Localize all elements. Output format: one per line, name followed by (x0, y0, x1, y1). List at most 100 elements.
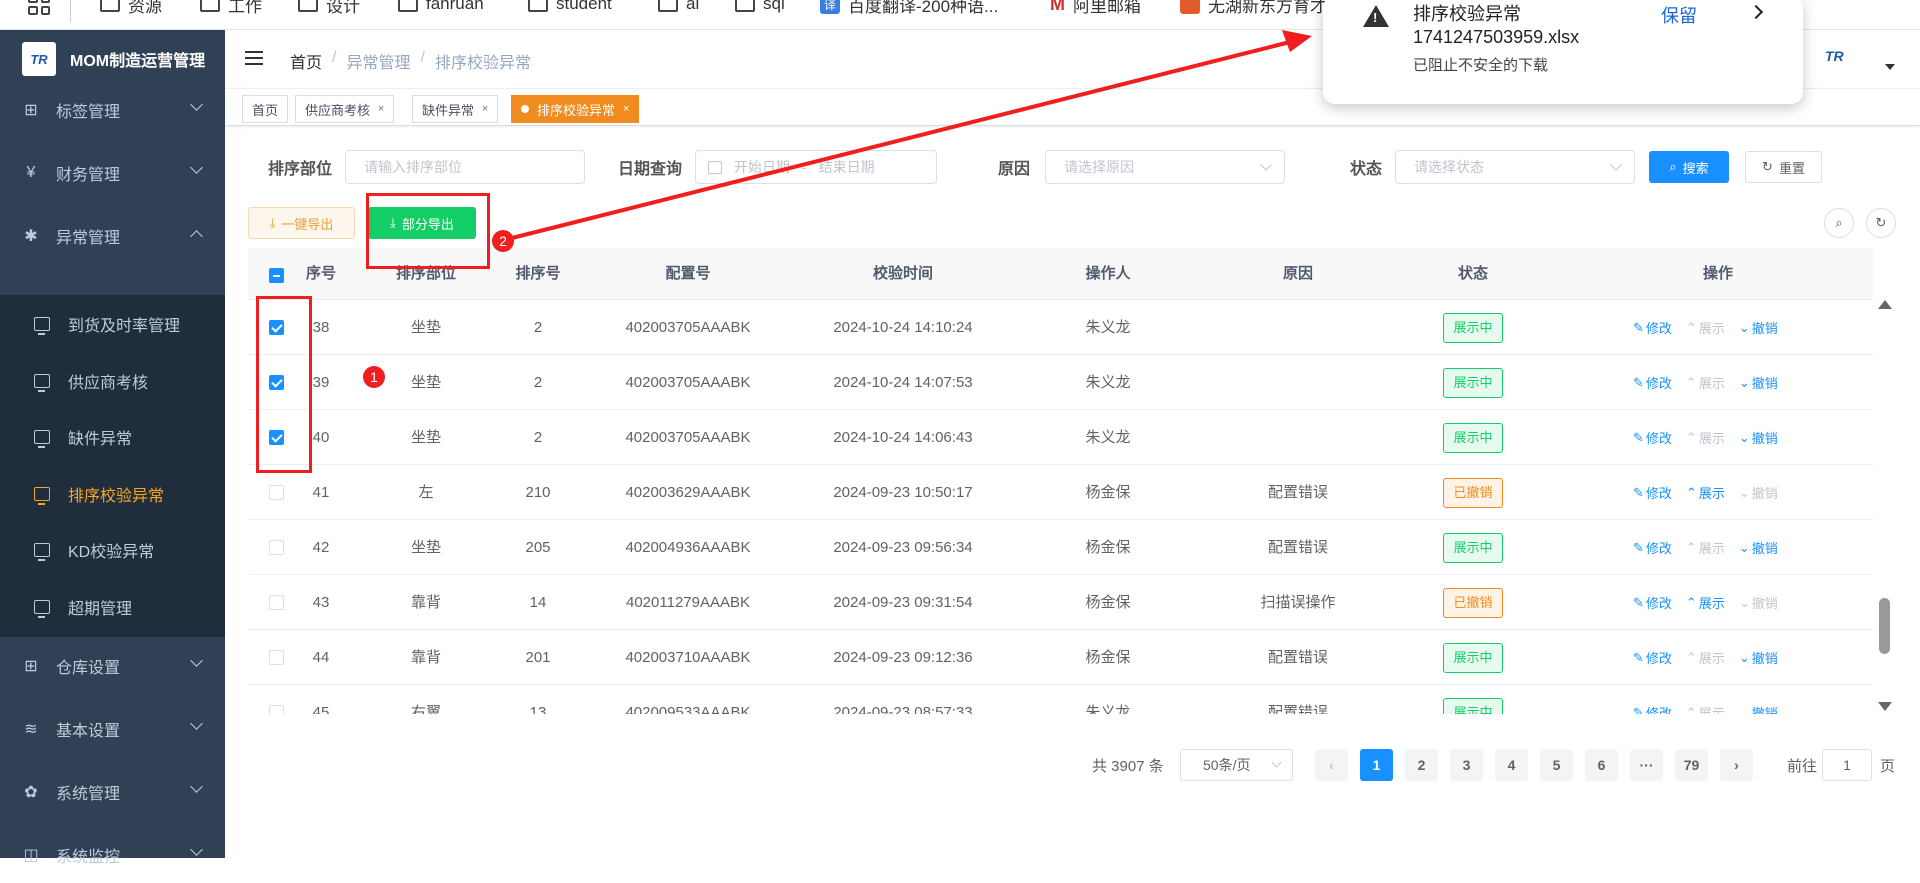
page-button[interactable]: 79 (1675, 749, 1708, 781)
sidebar-item-missing-parts[interactable]: 缺件异常 (0, 409, 225, 465)
edit-button[interactable]: ✎ 修改 (1633, 593, 1672, 612)
table-scrollbar[interactable] (1878, 300, 1892, 714)
apps-grid-icon[interactable] (28, 0, 50, 16)
edit-button[interactable]: ✎ 修改 (1633, 483, 1672, 502)
tab-supplier-review[interactable]: 供应商考核 × (295, 95, 395, 123)
caret-down-icon[interactable] (1885, 64, 1895, 70)
show-button[interactable]: ⌃ 展示 (1686, 538, 1725, 557)
show-button[interactable]: ⌃ 展示 (1686, 318, 1725, 337)
revoke-button[interactable]: ⌄ 撤销 (1739, 428, 1778, 447)
more-pages-button[interactable]: ··· (1630, 749, 1663, 781)
export-all-button[interactable]: ⤓ 一键导出 (248, 207, 355, 239)
revoke-button[interactable]: ⌄ 撤销 (1739, 593, 1778, 612)
next-page-button[interactable]: › (1720, 749, 1753, 781)
select-all-checkbox[interactable] (269, 268, 284, 283)
page-button[interactable]: 2 (1405, 749, 1438, 781)
page-button[interactable]: 4 (1495, 749, 1528, 781)
scroll-up-arrow-icon[interactable] (1878, 300, 1892, 309)
prev-page-button[interactable]: ‹ (1315, 749, 1348, 781)
reset-button[interactable]: ↻ 重置 (1745, 151, 1822, 183)
bookmark-folder[interactable]: 设计 (298, 0, 360, 16)
revoke-button[interactable]: ⌄ 撤销 (1739, 703, 1778, 715)
edit-button[interactable]: ✎ 修改 (1633, 318, 1672, 337)
scrollbar-thumb[interactable] (1879, 598, 1890, 654)
sidebar-item-supplier-review[interactable]: 供应商考核 (0, 353, 225, 409)
row-checkbox[interactable] (269, 375, 284, 390)
edit-button[interactable]: ✎ 修改 (1633, 428, 1672, 447)
page-button[interactable]: 6 (1585, 749, 1618, 781)
page-button[interactable]: 1 (1360, 749, 1393, 781)
bookmark-folder[interactable]: sql (735, 0, 785, 16)
sidebar-item-system-management[interactable]: ✿ 系统管理 (0, 764, 225, 820)
part-input[interactable]: 请输入排序部位 (345, 150, 585, 184)
sidebar-item-exceptions[interactable]: ✱ 异常管理 (0, 208, 225, 264)
user-avatar[interactable]: TR (1825, 48, 1865, 72)
bookmark-folder[interactable]: student (528, 0, 612, 16)
sidebar-item-finance[interactable]: ¥ 财务管理 (0, 145, 225, 201)
sidebar-item-overdue[interactable]: 超期管理 (0, 579, 225, 635)
status-select[interactable]: 请选择状态 (1395, 150, 1635, 184)
edit-button[interactable]: ✎ 修改 (1633, 373, 1672, 392)
sidebar-item-warehouse[interactable]: ⊞ 仓库设置 (0, 638, 225, 694)
sidebar-item-label-management[interactable]: ⊞ 标签管理 (0, 82, 225, 138)
show-button[interactable]: ⌃ 展示 (1686, 703, 1725, 715)
reason-select[interactable]: 请选择原因 (1045, 150, 1285, 184)
export-part-button[interactable]: ⤓ 部分导出 (368, 207, 476, 239)
user-menu[interactable]: TR (1825, 48, 1895, 72)
row-checkbox[interactable] (269, 705, 284, 714)
show-button[interactable]: ⌃ 展示 (1686, 428, 1725, 447)
revoke-button[interactable]: ⌄ 撤销 (1739, 538, 1778, 557)
bookmark-folder[interactable]: 工作 (200, 0, 262, 16)
breadcrumb-home[interactable]: 首页 (290, 49, 322, 73)
sidebar-item-basic-settings[interactable]: ≋ 基本设置 (0, 701, 225, 757)
sidebar-item-system-monitor[interactable]: ◫ 系统监控 (0, 827, 225, 883)
revoke-button[interactable]: ⌄ 撤销 (1739, 648, 1778, 667)
bookmark-folder[interactable]: 资源 (100, 0, 162, 16)
cell-reason: 配置错误 (1267, 649, 1328, 666)
tab-home[interactable]: 首页 (242, 95, 289, 123)
chevron-right-icon[interactable] (1748, 4, 1764, 20)
row-checkbox[interactable] (269, 540, 284, 555)
hamburger-icon[interactable] (245, 51, 263, 65)
close-icon[interactable]: × (482, 103, 488, 115)
show-button[interactable]: ⌃ 展示 (1686, 648, 1725, 667)
bookmark-link[interactable]: M 阿里邮箱 (1050, 0, 1141, 16)
keep-download-button[interactable]: 保留 (1661, 2, 1697, 28)
row-checkbox[interactable] (269, 320, 284, 335)
refresh-button[interactable]: ↻ (1866, 208, 1896, 238)
bookmark-link[interactable]: 无湖新东方育才 (1180, 0, 1327, 16)
page-size-select[interactable]: 50条/页 (1180, 749, 1293, 781)
sidebar-item-kd-check[interactable]: KD校验异常 (0, 522, 225, 578)
page-button[interactable]: 5 (1540, 749, 1573, 781)
goto-page-input[interactable]: 1 (1822, 749, 1872, 781)
show-button[interactable]: ⌃ 展示 (1686, 483, 1725, 502)
bookmark-folder[interactable]: ai (658, 0, 699, 16)
close-icon[interactable]: × (623, 103, 629, 115)
bookmark-link[interactable]: 译百度翻译-200种语... (820, 0, 998, 16)
row-checkbox[interactable] (269, 650, 284, 665)
revoke-button[interactable]: ⌄ 撤销 (1739, 483, 1778, 502)
date-range-input[interactable]: 开始日期 - 结束日期 (695, 150, 937, 184)
close-icon[interactable]: × (378, 103, 384, 115)
scroll-down-arrow-icon[interactable] (1878, 702, 1892, 711)
edit-button[interactable]: ✎ 修改 (1633, 648, 1672, 667)
show-button[interactable]: ⌃ 展示 (1686, 593, 1725, 612)
row-checkbox[interactable] (269, 485, 284, 500)
brand[interactable]: TR MOM制造运营管理 (0, 30, 225, 88)
edit-button[interactable]: ✎ 修改 (1633, 538, 1672, 557)
edit-button[interactable]: ✎ 修改 (1633, 703, 1672, 715)
search-button[interactable]: ⌕ 搜索 (1649, 151, 1729, 183)
bookmark-folder[interactable]: fanruan (398, 0, 484, 16)
sidebar-item-arrival-rate[interactable]: 到货及时率管理 (0, 296, 225, 352)
row-checkbox[interactable] (269, 595, 284, 610)
bookmark-separator (70, 0, 71, 22)
sidebar-item-sort-check[interactable]: 排序校验异常 (0, 466, 225, 522)
revoke-button[interactable]: ⌄ 撤销 (1739, 318, 1778, 337)
row-checkbox[interactable] (269, 430, 284, 445)
tab-missing-parts[interactable]: 缺件异常 × (412, 95, 499, 123)
page-button[interactable]: 3 (1450, 749, 1483, 781)
toggle-search-button[interactable]: ⌕ (1824, 208, 1854, 238)
show-button[interactable]: ⌃ 展示 (1686, 373, 1725, 392)
tab-sort-check[interactable]: 排序校验异常 × (511, 95, 640, 123)
revoke-button[interactable]: ⌄ 撤销 (1739, 373, 1778, 392)
